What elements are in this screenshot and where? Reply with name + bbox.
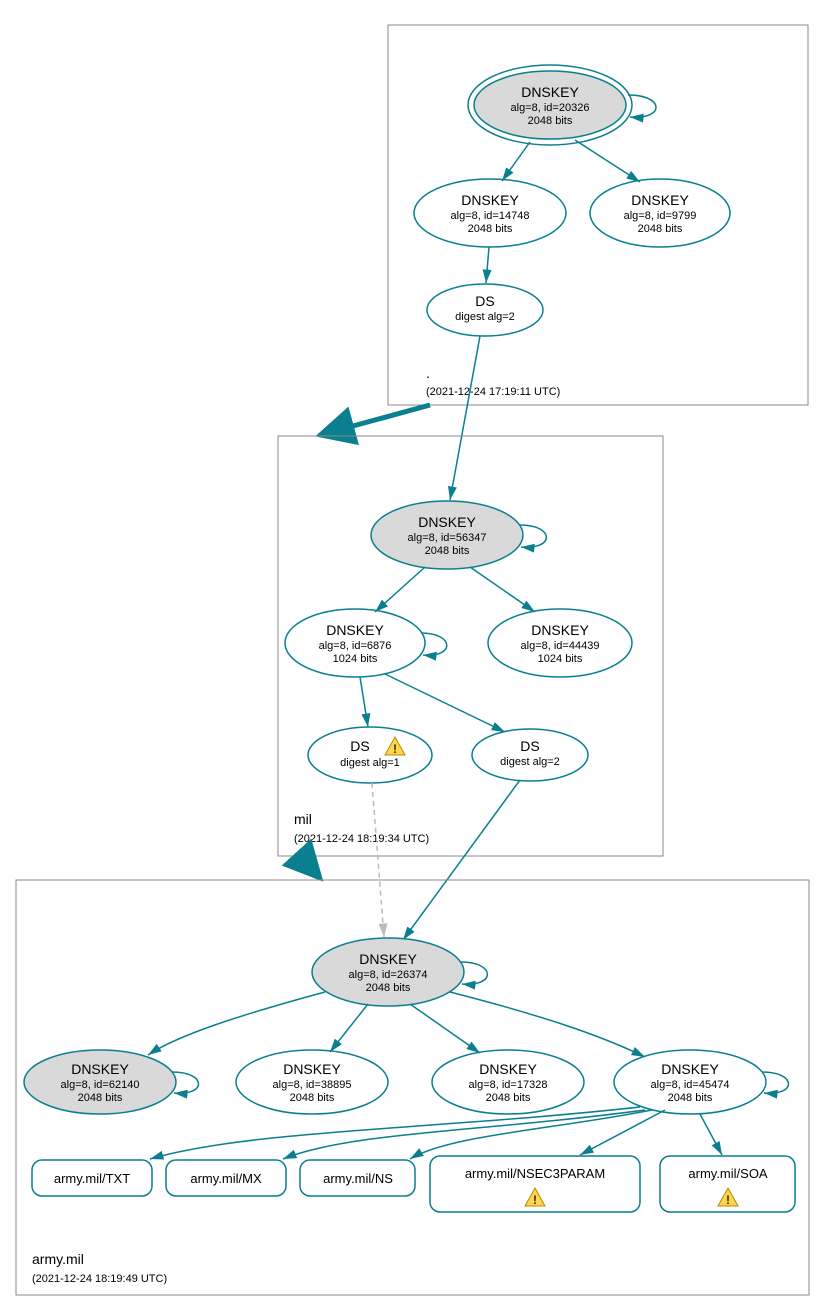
svg-text:alg=8, id=44439: alg=8, id=44439: [521, 640, 600, 652]
svg-text:DNSKEY: DNSKEY: [359, 951, 417, 967]
root-ksk: DNSKEY alg=8, id=20326 2048 bits: [468, 65, 632, 145]
svg-text:2048 bits: 2048 bits: [290, 1092, 335, 1104]
svg-text:2048 bits: 2048 bits: [366, 982, 411, 994]
army-k2: DNSKEY alg=8, id=38895 2048 bits: [236, 1050, 388, 1114]
svg-text:alg=8, id=9799: alg=8, id=9799: [624, 210, 697, 222]
svg-text:alg=8, id=14748: alg=8, id=14748: [451, 210, 530, 222]
svg-text:2048 bits: 2048 bits: [425, 545, 470, 557]
mil-zsk2: DNSKEY alg=8, id=44439 1024 bits: [488, 609, 632, 677]
mil-ds1: DS digest alg=1: [308, 727, 432, 783]
root-zsk2: DNSKEY alg=8, id=9799 2048 bits: [590, 179, 730, 247]
svg-text:army.mil/SOA: army.mil/SOA: [688, 1166, 768, 1181]
svg-text:digest alg=2: digest alg=2: [500, 756, 560, 768]
zone-army-label: army.mil: [32, 1251, 84, 1267]
ds-root-to-mil-ksk: [450, 336, 480, 500]
svg-text:DNSKEY: DNSKEY: [531, 622, 589, 638]
svg-text:2048 bits: 2048 bits: [528, 115, 573, 127]
rr-soa: army.mil/SOA: [660, 1156, 795, 1212]
svg-text:alg=8, id=62140: alg=8, id=62140: [61, 1079, 140, 1091]
mil-ds2: DS digest alg=2: [472, 729, 588, 781]
svg-text:digest alg=2: digest alg=2: [455, 311, 515, 323]
svg-text:2048 bits: 2048 bits: [486, 1092, 531, 1104]
svg-text:digest alg=1: digest alg=1: [340, 757, 400, 769]
svg-text:alg=8, id=17328: alg=8, id=17328: [469, 1079, 548, 1091]
svg-text:DNSKEY: DNSKEY: [521, 84, 579, 100]
svg-text:1024 bits: 1024 bits: [538, 653, 583, 665]
dnssec-diagram: ! . (2021-12-24 17:19:11 UTC) DNSKEY alg…: [0, 0, 824, 1308]
svg-text:DNSKEY: DNSKEY: [71, 1061, 129, 1077]
zone-mil-time: (2021-12-24 18:19:34 UTC): [294, 833, 429, 845]
root-ds: DS digest alg=2: [427, 284, 543, 336]
svg-text:2048 bits: 2048 bits: [78, 1092, 123, 1104]
svg-text:DNSKEY: DNSKEY: [631, 192, 689, 208]
svg-text:2048 bits: 2048 bits: [668, 1092, 713, 1104]
svg-text:alg=8, id=56347: alg=8, id=56347: [408, 532, 487, 544]
svg-text:DS: DS: [475, 293, 494, 309]
svg-text:alg=8, id=26374: alg=8, id=26374: [349, 969, 428, 981]
svg-text:alg=8, id=6876: alg=8, id=6876: [319, 640, 392, 652]
army-k1: DNSKEY alg=8, id=62140 2048 bits: [24, 1050, 176, 1114]
rr-ns: army.mil/NS: [300, 1160, 415, 1196]
ds2-mil-to-army-ksk: [403, 780, 520, 940]
svg-text:alg=8, id=20326: alg=8, id=20326: [511, 102, 590, 114]
svg-text:DS: DS: [350, 738, 369, 754]
mil-ksk: DNSKEY alg=8, id=56347 2048 bits: [371, 501, 523, 569]
svg-text:2048 bits: 2048 bits: [638, 223, 683, 235]
svg-text:army.mil/NSEC3PARAM: army.mil/NSEC3PARAM: [465, 1166, 605, 1181]
svg-text:2048 bits: 2048 bits: [468, 223, 513, 235]
svg-text:DS: DS: [520, 738, 539, 754]
army-ksk: DNSKEY alg=8, id=26374 2048 bits: [312, 938, 464, 1006]
svg-text:army.mil/NS: army.mil/NS: [323, 1171, 393, 1186]
army-k4: DNSKEY alg=8, id=45474 2048 bits: [614, 1050, 766, 1114]
zone-mil-label: mil: [294, 811, 312, 827]
svg-text:DNSKEY: DNSKEY: [326, 622, 384, 638]
svg-text:1024 bits: 1024 bits: [333, 653, 378, 665]
root-zsk1: DNSKEY alg=8, id=14748 2048 bits: [414, 179, 566, 247]
ds1-mil-to-army-ksk: [372, 783, 384, 937]
army-k3: DNSKEY alg=8, id=17328 2048 bits: [432, 1050, 584, 1114]
svg-text:DNSKEY: DNSKEY: [479, 1061, 537, 1077]
svg-text:DNSKEY: DNSKEY: [461, 192, 519, 208]
svg-text:DNSKEY: DNSKEY: [283, 1061, 341, 1077]
zone-root-time: (2021-12-24 17:19:11 UTC): [426, 386, 560, 398]
zone-root: . (2021-12-24 17:19:11 UTC) DNSKEY alg=8…: [388, 25, 808, 405]
rr-txt: army.mil/TXT: [32, 1160, 152, 1196]
deleg-mil-to-army: [300, 856, 320, 878]
zone-army: army.mil (2021-12-24 18:19:49 UTC) DNSKE…: [16, 880, 809, 1295]
mil-zsk1: DNSKEY alg=8, id=6876 1024 bits: [285, 609, 425, 677]
zone-army-time: (2021-12-24 18:19:49 UTC): [32, 1273, 167, 1285]
svg-text:army.mil/TXT: army.mil/TXT: [54, 1171, 130, 1186]
svg-text:army.mil/MX: army.mil/MX: [190, 1171, 262, 1186]
zone-root-label: .: [426, 365, 430, 381]
svg-text:alg=8, id=45474: alg=8, id=45474: [651, 1079, 730, 1091]
svg-text:DNSKEY: DNSKEY: [418, 514, 476, 530]
rr-mx: army.mil/MX: [166, 1160, 286, 1196]
deleg-root-to-mil: [320, 405, 430, 435]
svg-text:alg=8, id=38895: alg=8, id=38895: [273, 1079, 352, 1091]
zone-mil: mil (2021-12-24 18:19:34 UTC) DNSKEY alg…: [278, 436, 663, 856]
rr-nsec3param: army.mil/NSEC3PARAM: [430, 1156, 640, 1212]
svg-text:DNSKEY: DNSKEY: [661, 1061, 719, 1077]
